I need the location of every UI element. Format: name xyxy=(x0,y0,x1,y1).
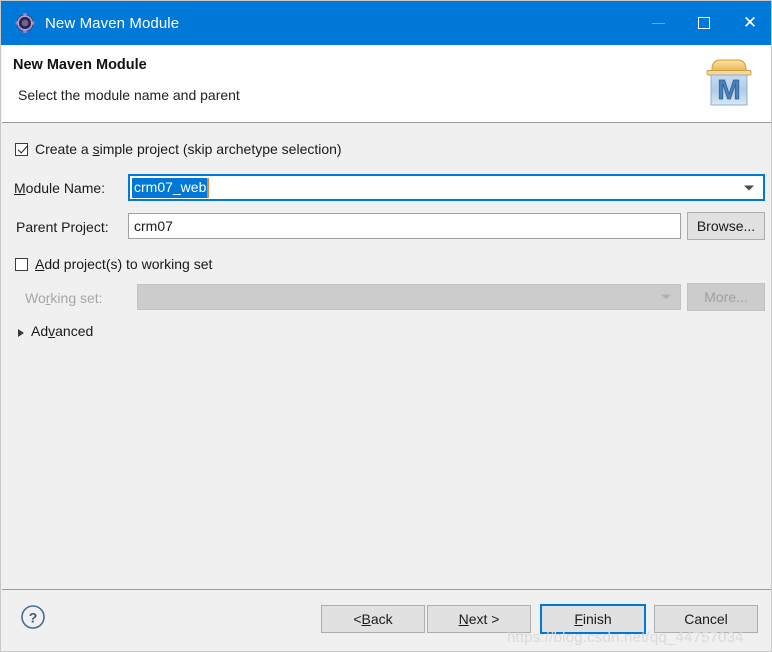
chevron-right-icon[interactable] xyxy=(18,329,24,337)
add-to-working-set-label: Add project(s) to working set xyxy=(35,256,213,272)
parent-project-label: Parent Project: xyxy=(16,219,109,235)
new-maven-module-dialog: New Maven Module ✕ New Maven Module Sele… xyxy=(0,0,772,652)
close-icon[interactable]: ✕ xyxy=(727,1,771,45)
chevron-down-icon-disabled xyxy=(661,294,671,300)
help-icon[interactable]: ? xyxy=(20,604,46,630)
page-title: New Maven Module xyxy=(13,57,147,73)
window-controls: ✕ xyxy=(635,1,771,45)
parent-project-value: crm07 xyxy=(134,218,173,234)
module-name-value: crm07_web xyxy=(132,177,210,198)
title-bar: New Maven Module ✕ xyxy=(1,1,771,45)
simple-project-checkbox[interactable] xyxy=(15,143,28,156)
next-button[interactable]: Next > xyxy=(427,605,531,633)
minimize-icon[interactable] xyxy=(635,1,681,45)
working-set-toggle-row: Add project(s) to working set xyxy=(15,256,212,274)
chevron-down-icon[interactable] xyxy=(744,185,754,190)
window-title: New Maven Module xyxy=(45,14,180,32)
working-set-combo xyxy=(137,284,681,310)
back-button[interactable]: < Back xyxy=(321,605,425,633)
more-button: More... xyxy=(687,283,765,311)
maven-gear-icon xyxy=(15,11,35,35)
simple-project-label: Create a simple project (skip archetype … xyxy=(35,141,342,157)
working-set-label: Working set: xyxy=(25,290,103,306)
dialog-body: Create a simple project (skip archetype … xyxy=(2,124,771,589)
dialog-footer: ? < Back Next > Finish Cancel xyxy=(2,589,771,651)
maximize-icon[interactable] xyxy=(681,1,727,45)
simple-project-row: Create a simple project (skip archetype … xyxy=(15,141,342,159)
dialog-header: New Maven Module Select the module name … xyxy=(2,45,771,123)
svg-text:M: M xyxy=(717,74,740,105)
maven-module-icon: M xyxy=(698,51,760,113)
finish-button[interactable]: Finish xyxy=(540,604,646,634)
module-name-combo[interactable]: crm07_web xyxy=(128,174,765,201)
page-subtitle: Select the module name and parent xyxy=(18,87,240,103)
parent-project-input[interactable]: crm07 xyxy=(128,213,681,239)
add-to-working-set-checkbox[interactable] xyxy=(15,258,28,271)
cancel-button[interactable]: Cancel xyxy=(654,605,758,633)
advanced-section-label[interactable]: Advanced xyxy=(31,323,93,339)
module-name-label: Module Name: xyxy=(14,180,106,196)
browse-button[interactable]: Browse... xyxy=(687,212,765,240)
svg-text:?: ? xyxy=(29,610,38,626)
